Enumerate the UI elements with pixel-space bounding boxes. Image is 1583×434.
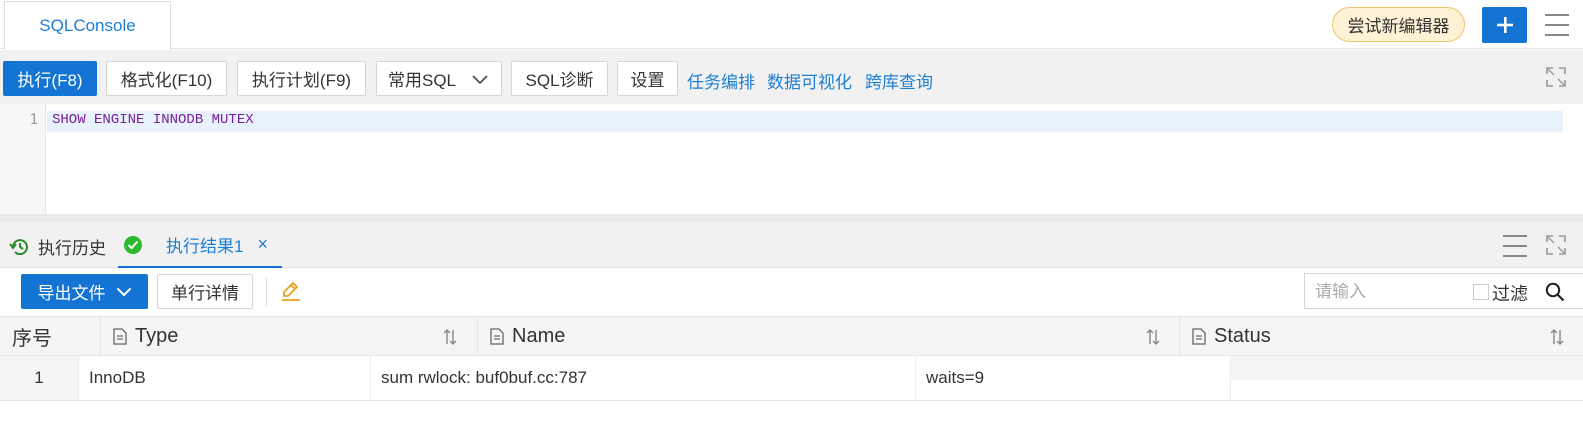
result-toolbar: 导出文件 单行详情 过滤 (0, 268, 1583, 316)
line-gutter: 1 (0, 104, 46, 214)
execution-plan-button[interactable]: 执行计划(F9) (237, 61, 366, 96)
close-icon[interactable]: × (257, 234, 268, 255)
format-button[interactable]: 格式化(F10) (106, 61, 227, 96)
export-file-button[interactable]: 导出文件 (21, 274, 148, 309)
line-number: 1 (29, 112, 38, 128)
common-sql-label: 常用SQL (388, 71, 457, 90)
panel-divider[interactable] (0, 214, 1583, 222)
filter-label: 过滤 (1492, 284, 1528, 304)
tab-execution-history[interactable]: 执行历史 (8, 234, 106, 259)
column-header-label: Name (512, 325, 566, 347)
plus-icon (1496, 17, 1513, 33)
search-input[interactable] (1315, 281, 1465, 303)
column-header-type[interactable]: Type (101, 317, 478, 356)
export-file-label: 导出文件 (37, 284, 106, 303)
history-tab-label: 执行历史 (38, 239, 106, 258)
cell-name[interactable]: sum rwlock: buf0buf.cc:787 (371, 356, 916, 400)
result-fullscreen-icon[interactable] (1546, 235, 1566, 255)
sort-icon[interactable] (1550, 328, 1564, 346)
execute-button[interactable]: 执行(F8) (3, 61, 97, 96)
settings-button[interactable]: 设置 (617, 61, 678, 96)
success-check-icon (124, 236, 142, 254)
table-header: 序号 Type Name Status (0, 316, 1583, 356)
chevron-down-icon (116, 287, 131, 296)
chevron-down-icon (472, 75, 488, 85)
document-icon (1192, 328, 1206, 345)
cross-db-query-link[interactable]: 跨库查询 (865, 68, 933, 93)
toolbar-separator (266, 278, 267, 306)
result-menu-icon[interactable] (1503, 235, 1527, 257)
search-icon[interactable] (1545, 282, 1565, 302)
add-tab-button[interactable] (1482, 7, 1527, 43)
common-sql-dropdown[interactable]: 常用SQL (376, 61, 502, 96)
sql-toolbar: 执行(F8) 格式化(F10) 执行计划(F9) 常用SQL SQL诊断 设置 … (0, 50, 1583, 104)
column-header-label: Type (135, 325, 179, 347)
sort-icon[interactable] (1146, 328, 1160, 346)
document-icon (490, 328, 504, 345)
row-detail-button[interactable]: 单行详情 (157, 274, 253, 309)
fullscreen-icon[interactable] (1546, 67, 1566, 87)
column-header-name[interactable]: Name (478, 317, 1180, 356)
cell-index: 1 (0, 356, 79, 400)
search-box: 过滤 (1304, 273, 1583, 309)
column-header-label: 序号 (12, 328, 52, 350)
data-visualization-link[interactable]: 数据可视化 (767, 68, 852, 93)
active-line-highlight (47, 111, 1563, 132)
history-icon (9, 238, 28, 255)
try-new-editor-button[interactable]: 尝试新编辑器 (1332, 7, 1465, 42)
row-filler (1231, 356, 1583, 380)
edit-icon[interactable] (280, 280, 302, 302)
sql-diagnose-button[interactable]: SQL诊断 (511, 61, 608, 96)
sql-code-line[interactable]: SHOW ENGINE INNODB MUTEX (52, 112, 254, 128)
hamburger-menu-icon[interactable] (1545, 14, 1569, 36)
cell-status[interactable]: waits=9 (916, 356, 1231, 400)
sql-editor[interactable]: 1 SHOW ENGINE INNODB MUTEX (0, 104, 1583, 214)
column-header-label: Status (1214, 325, 1271, 347)
document-icon (113, 328, 127, 345)
column-header-status[interactable]: Status (1180, 317, 1583, 356)
sort-icon[interactable] (443, 328, 457, 346)
tab-result-1[interactable]: 执行结果1 × (118, 222, 282, 268)
result-tabs-bar: 执行历史 执行结果1 × (0, 222, 1583, 268)
task-orchestration-link[interactable]: 任务编排 (687, 68, 755, 93)
column-header-index[interactable]: 序号 (0, 317, 101, 356)
tab-sqlconsole[interactable]: SQLConsole (4, 1, 171, 50)
result-tab-label: 执行结果1 (166, 236, 244, 256)
filter-checkbox[interactable] (1473, 284, 1489, 300)
cell-type[interactable]: InnoDB (79, 356, 371, 400)
top-tab-bar: SQLConsole 尝试新编辑器 (0, 0, 1583, 50)
table-row[interactable]: 1 InnoDB sum rwlock: buf0buf.cc:787 wait… (0, 356, 1583, 401)
